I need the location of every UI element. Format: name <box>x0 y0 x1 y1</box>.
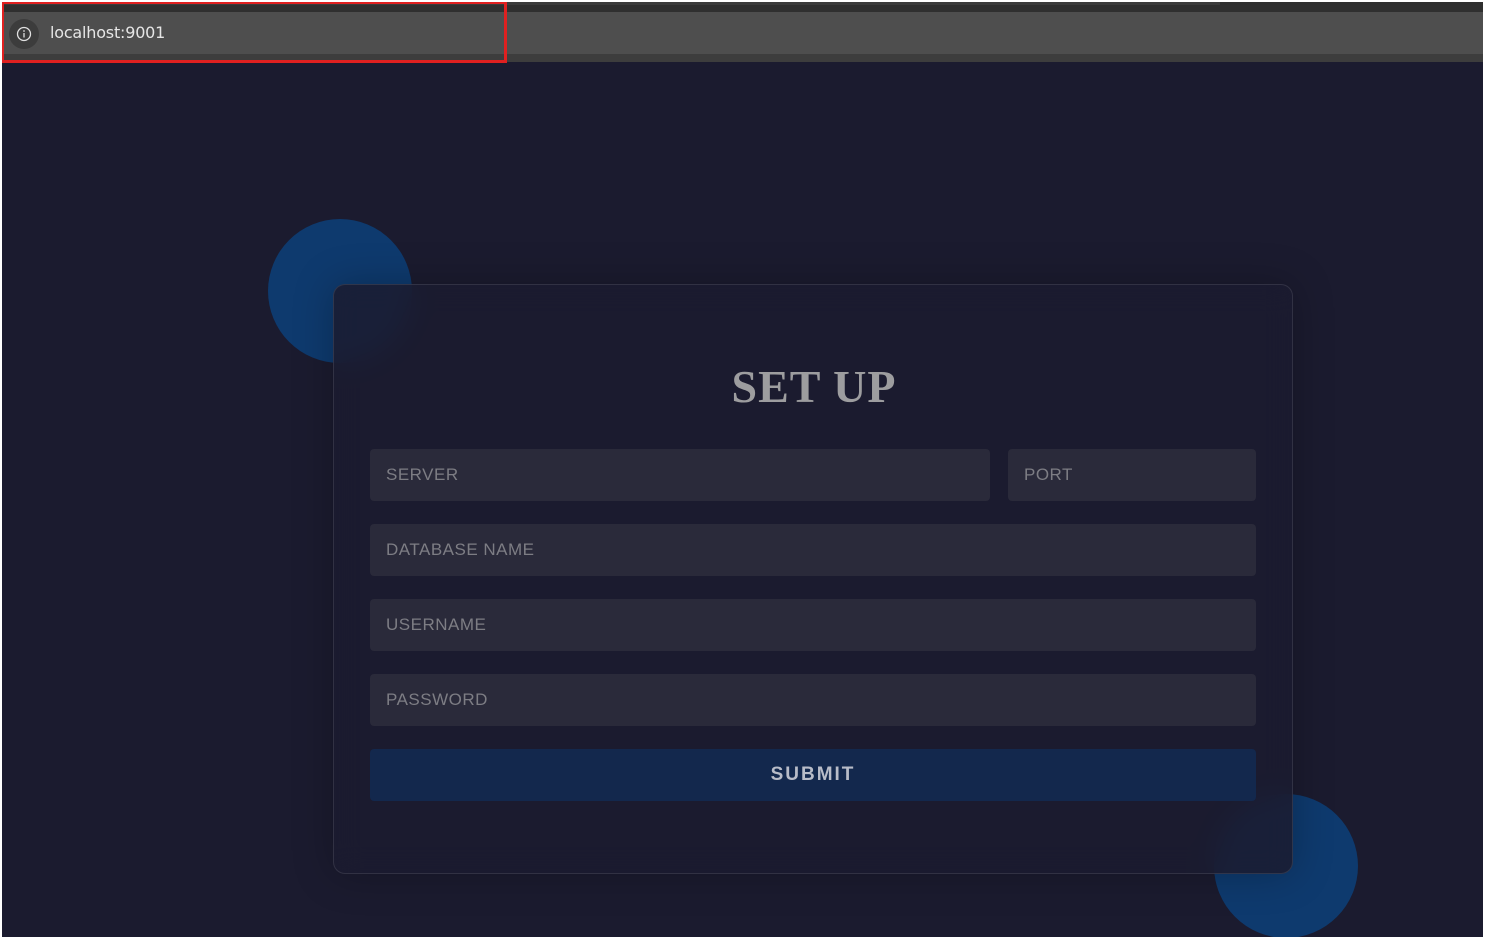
info-icon <box>16 26 32 42</box>
url-text[interactable]: localhost:9001 <box>50 23 165 42</box>
password-input[interactable] <box>370 674 1256 726</box>
site-info-button[interactable] <box>9 19 39 49</box>
browser-toolbar: localhost:9001 <box>2 2 1483 63</box>
submit-button[interactable]: SUBMIT <box>370 749 1256 801</box>
app-frame: localhost:9001 SET UP SUBMIT <box>2 2 1483 937</box>
username-input[interactable] <box>370 599 1256 651</box>
page-title: SET UP <box>731 361 897 412</box>
address-bar[interactable]: localhost:9001 <box>2 12 1483 62</box>
server-input[interactable] <box>370 449 990 501</box>
tab-strip <box>2 2 1483 12</box>
database-name-input[interactable] <box>370 524 1256 576</box>
port-input[interactable] <box>1008 449 1256 501</box>
tab-indicator <box>2 2 1220 5</box>
setup-card: SET UP SUBMIT <box>333 284 1293 874</box>
toolbar-divider <box>2 54 1483 62</box>
